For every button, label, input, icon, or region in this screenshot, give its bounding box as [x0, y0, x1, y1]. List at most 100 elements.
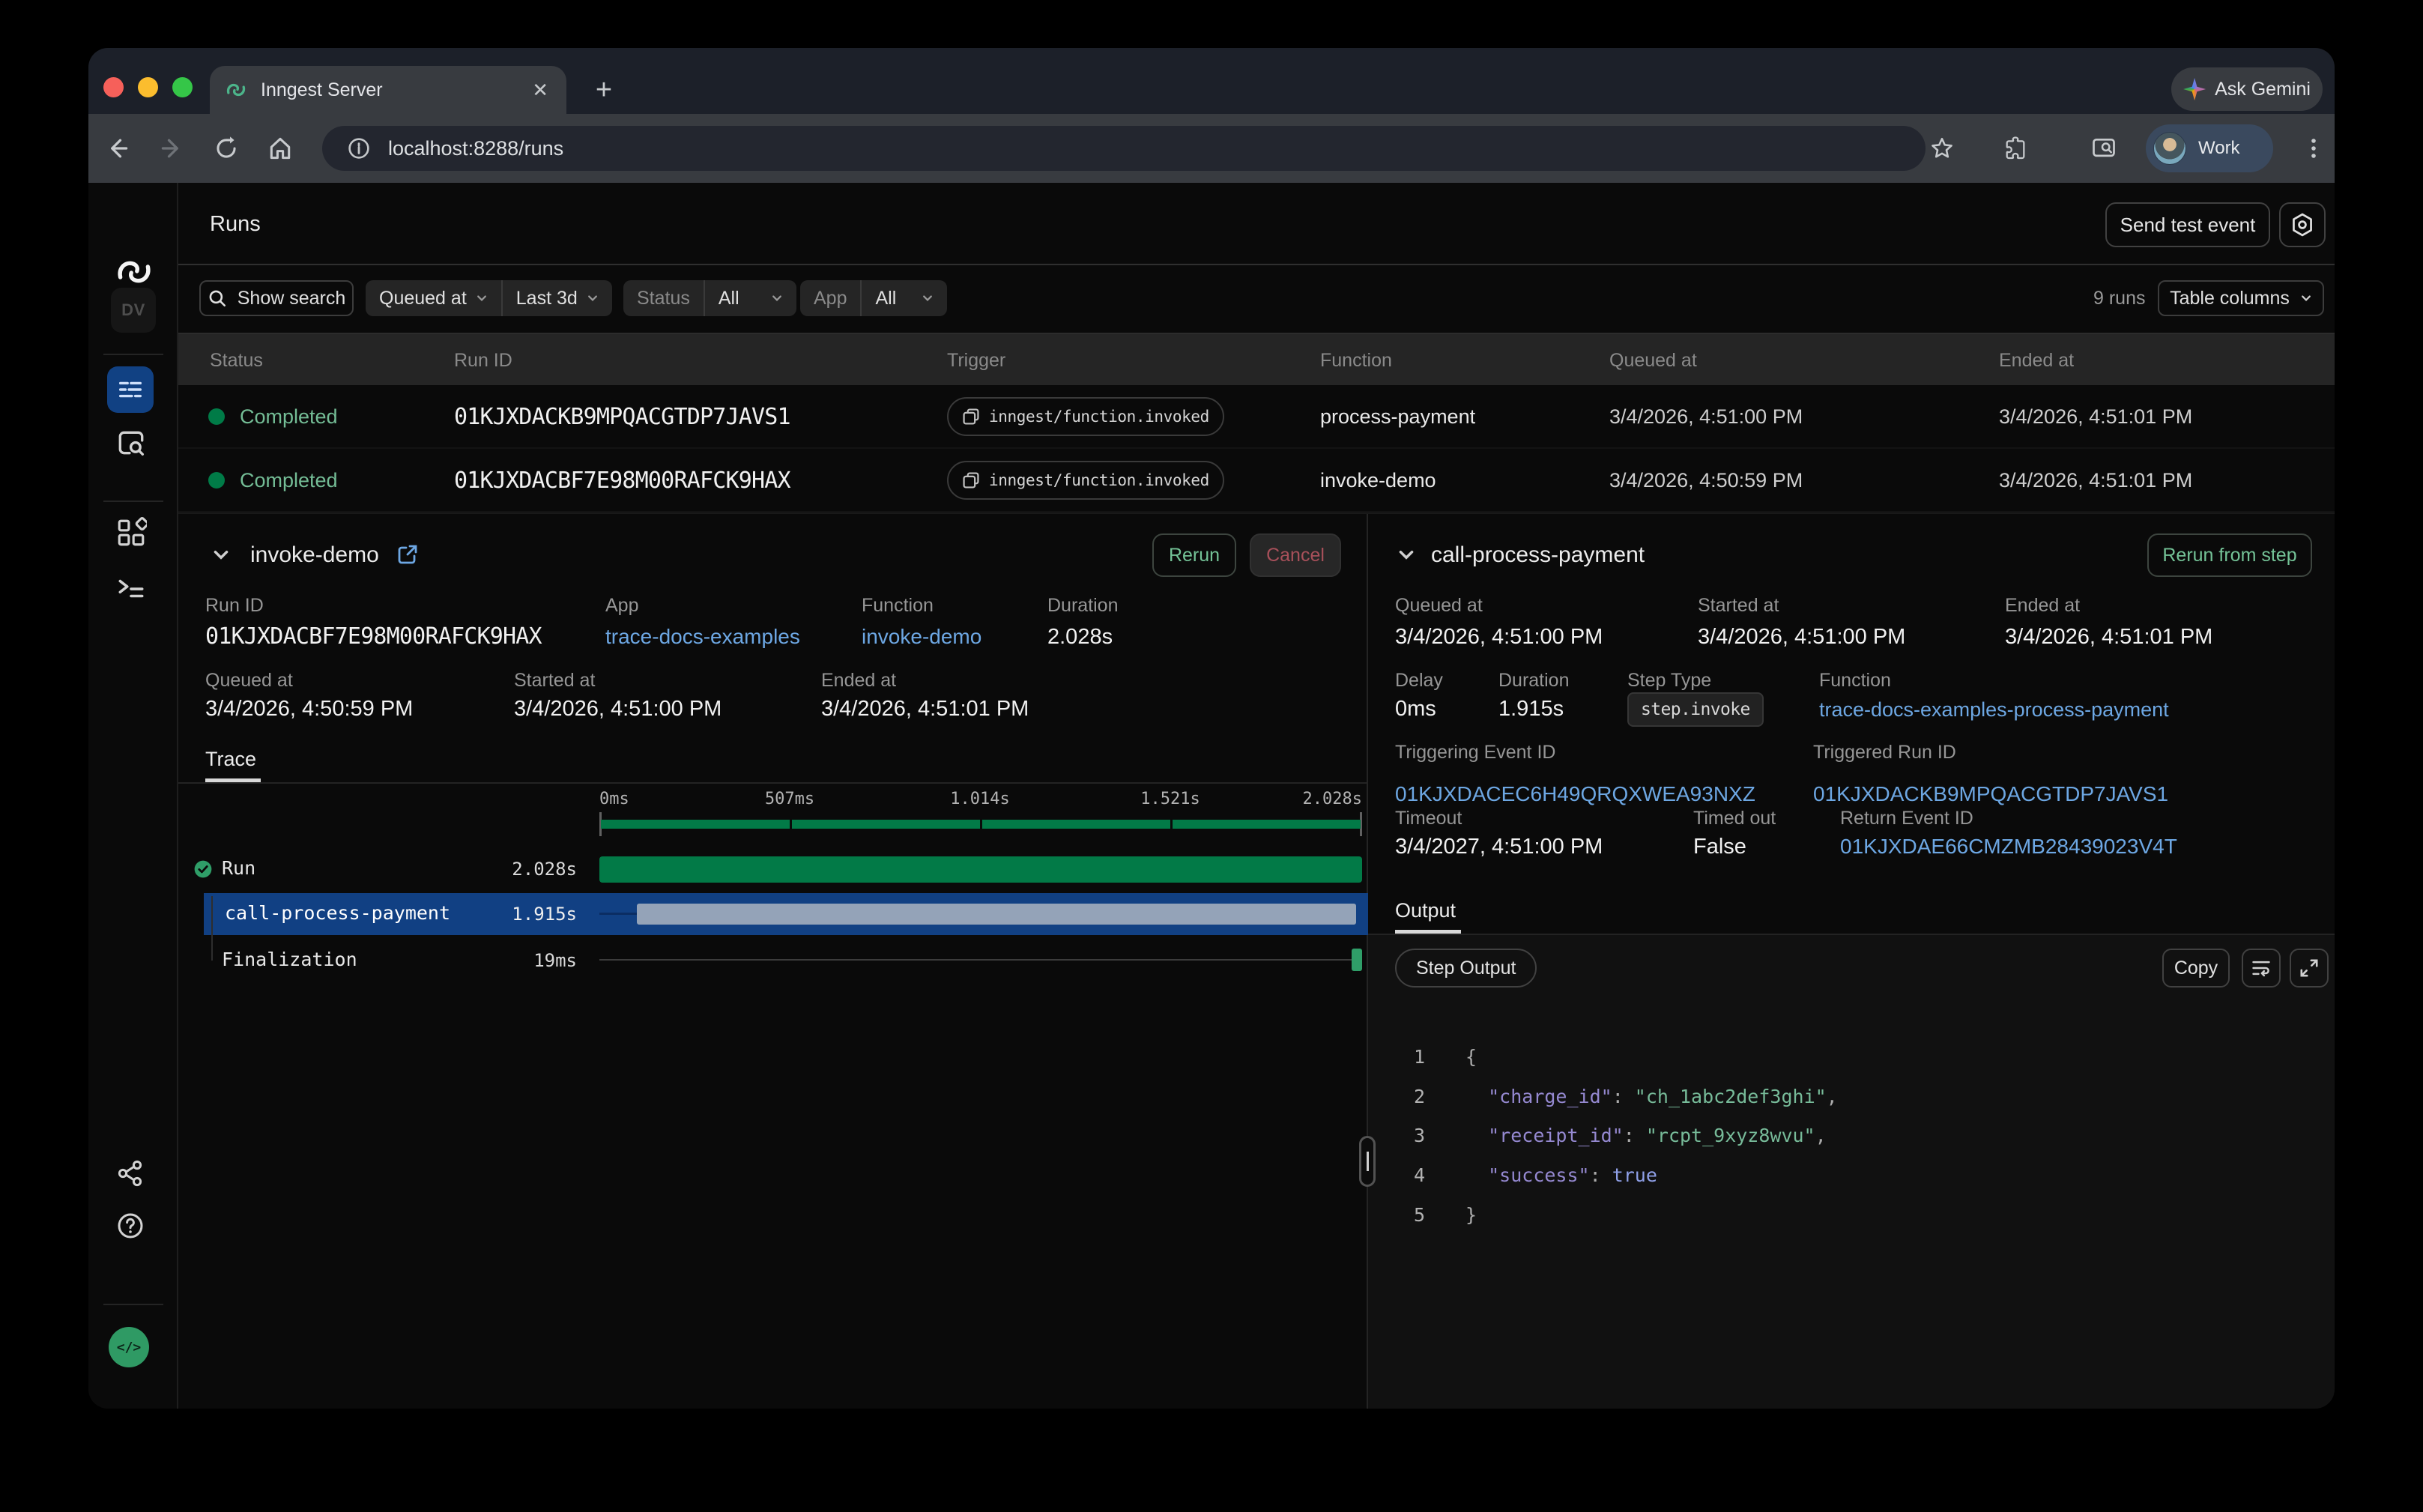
- show-search-button[interactable]: Show search: [199, 280, 354, 316]
- copy-button[interactable]: Copy: [2162, 949, 2230, 988]
- app-badge-dv[interactable]: DV: [111, 288, 156, 333]
- back-icon[interactable]: [102, 133, 132, 163]
- window-close-button[interactable]: [103, 77, 124, 97]
- window-zoom-button[interactable]: [172, 77, 193, 97]
- col-run-id: Run ID: [454, 334, 512, 387]
- queued-at-field-select[interactable]: Queued at: [366, 280, 501, 316]
- code-line: 2 "charge_id": "ch_1abc2def3ghi",: [1368, 1077, 2335, 1116]
- timed-out-label: Timed out: [1693, 808, 1776, 829]
- run-row-1[interactable]: Completed 01KJXDACKB9MPQACGTDP7JAVS1 inn…: [178, 385, 2335, 449]
- trace-tab[interactable]: Trace: [205, 748, 256, 771]
- status-filter[interactable]: Status All: [623, 280, 796, 316]
- function-label: Function: [862, 595, 934, 617]
- home-icon[interactable]: [265, 133, 295, 163]
- external-link-icon[interactable]: [397, 544, 418, 565]
- sidebar-item-help[interactable]: [115, 1211, 145, 1241]
- app-sidebar: DV </>: [88, 183, 178, 1409]
- run-detail-split: invoke-demo Rerun Cancel Run ID 01KJXDAC…: [178, 512, 2335, 1409]
- trace-bar-step[interactable]: [637, 904, 1356, 925]
- send-test-event-button[interactable]: Send test event: [2105, 202, 2270, 247]
- sidebar-divider-1: [103, 354, 163, 355]
- browser-menu-icon[interactable]: [2299, 133, 2329, 163]
- run-name: invoke-demo: [250, 542, 379, 568]
- app-link[interactable]: trace-docs-examples: [605, 625, 800, 649]
- chevron-down-icon: [476, 292, 488, 304]
- triggering-event-id-link[interactable]: 01KJXDACEC6H49QRQXWEA93NXZ: [1395, 782, 1755, 806]
- tab-search-icon[interactable]: [2089, 133, 2119, 163]
- app-filter[interactable]: App All: [800, 280, 947, 316]
- step-queued-at-value: 3/4/2026, 4:51:00 PM: [1395, 625, 1603, 650]
- reload-icon[interactable]: [211, 133, 241, 163]
- sidebar-item-dev-tools[interactable]: [115, 572, 147, 604]
- help-icon: [115, 1211, 145, 1241]
- rerun-from-step-button[interactable]: Rerun from step: [2147, 533, 2312, 577]
- sidebar-item-apps[interactable]: [115, 517, 147, 548]
- timeout-value: 3/4/2027, 4:51:00 PM: [1395, 835, 1603, 859]
- expand-icon: [2299, 958, 2319, 978]
- forward-icon[interactable]: [157, 133, 187, 163]
- status-filter-select[interactable]: All: [704, 280, 796, 316]
- trigger-chip[interactable]: inngest/function.invoked: [947, 397, 1224, 436]
- function-link[interactable]: invoke-demo: [862, 625, 981, 649]
- output-code[interactable]: 1{2 "charge_id": "ch_1abc2def3ghi",3 "re…: [1368, 1037, 2335, 1235]
- chevron-down-icon: [587, 292, 599, 304]
- app-filter-select[interactable]: All: [860, 280, 947, 316]
- step-output-toggle[interactable]: Step Output: [1395, 949, 1537, 988]
- sidebar-item-share[interactable]: [115, 1158, 145, 1188]
- profile-label: Work: [2198, 138, 2240, 159]
- ask-gemini-button[interactable]: Ask Gemini: [2171, 67, 2323, 111]
- trace-bar-run[interactable]: [599, 856, 1362, 883]
- triggered-run-id-link[interactable]: 01KJXDACKB9MPQACGTDP7JAVS1: [1813, 782, 2168, 806]
- terminal-icon: [115, 572, 147, 604]
- word-wrap-button[interactable]: [2242, 949, 2281, 988]
- collapse-chevron-icon[interactable]: [211, 545, 231, 565]
- trace-bar-finalization[interactable]: [1352, 949, 1362, 971]
- cancel-button[interactable]: Cancel: [1250, 533, 1341, 577]
- dev-mode-button[interactable]: </>: [109, 1327, 149, 1367]
- collapse-chevron-icon[interactable]: [1397, 545, 1416, 565]
- bookmark-star-icon[interactable]: [1927, 133, 1957, 163]
- trace-minimap[interactable]: [599, 812, 1362, 836]
- rerun-button[interactable]: Rerun: [1152, 533, 1236, 577]
- expand-button[interactable]: [2290, 949, 2329, 988]
- run-id: 01KJXDACKB9MPQACGTDP7JAVS1: [454, 385, 790, 448]
- ask-gemini-label: Ask Gemini: [2215, 79, 2311, 100]
- event-icon: [962, 471, 980, 489]
- sidebar-item-events[interactable]: [115, 427, 147, 459]
- sidebar-item-runs[interactable]: [107, 366, 154, 413]
- tab-close-icon[interactable]: ✕: [529, 77, 551, 103]
- output-tab[interactable]: Output: [1395, 899, 1456, 922]
- extensions-icon[interactable]: [2000, 133, 2030, 163]
- url-bar[interactable]: localhost:8288/runs: [322, 126, 1926, 171]
- profile-button[interactable]: Work: [2146, 124, 2273, 172]
- settings-button[interactable]: [2279, 202, 2326, 247]
- app-body: DV </> Ru: [88, 183, 2335, 1409]
- return-event-id-link[interactable]: 01KJXDAE66CMZMB28439023V4T: [1840, 835, 2177, 859]
- run-queued-at: 3/4/2026, 4:50:59 PM: [1609, 449, 1803, 512]
- browser-window: Inngest Server ✕ + Ask Gemini localhost:…: [88, 48, 2335, 1409]
- pane-resize-handle[interactable]: [1359, 1136, 1376, 1187]
- window-minimize-button[interactable]: [138, 77, 158, 97]
- app-label: App: [605, 595, 638, 617]
- gear-icon: [2290, 212, 2315, 238]
- new-tab-button[interactable]: +: [586, 72, 622, 108]
- ended-at-value: 3/4/2026, 4:51:01 PM: [821, 697, 1029, 722]
- sidebar-divider-3: [103, 1304, 163, 1305]
- step-function-link[interactable]: trace-docs-examples-process-payment: [1819, 698, 2169, 722]
- timeout-label: Timeout: [1395, 808, 1462, 829]
- site-info-icon[interactable]: [343, 133, 375, 164]
- run-row-2[interactable]: Completed 01KJXDACBF7E98M00RAFCK9HAX inn…: [178, 449, 2335, 512]
- inngest-logo: [114, 252, 154, 292]
- browser-tabstrip: Inngest Server ✕ + Ask Gemini: [88, 48, 2335, 114]
- run-ended-at: 3/4/2026, 4:51:01 PM: [1999, 449, 2192, 512]
- queued-at-filter[interactable]: Queued at Last 3d: [366, 280, 612, 316]
- time-range-select[interactable]: Last 3d: [501, 280, 612, 316]
- browser-tab[interactable]: Inngest Server ✕: [210, 66, 566, 114]
- trigger-chip[interactable]: inngest/function.invoked: [947, 461, 1224, 500]
- started-at-label: Started at: [514, 670, 595, 692]
- col-ended-at: Ended at: [1999, 334, 2074, 387]
- table-columns-button[interactable]: Table columns: [2158, 280, 2324, 316]
- return-event-id-label: Return Event ID: [1840, 808, 1973, 829]
- run-status: Completed: [240, 449, 338, 512]
- trace-span-selected[interactable]: call-process-payment 1.915s: [204, 893, 1368, 935]
